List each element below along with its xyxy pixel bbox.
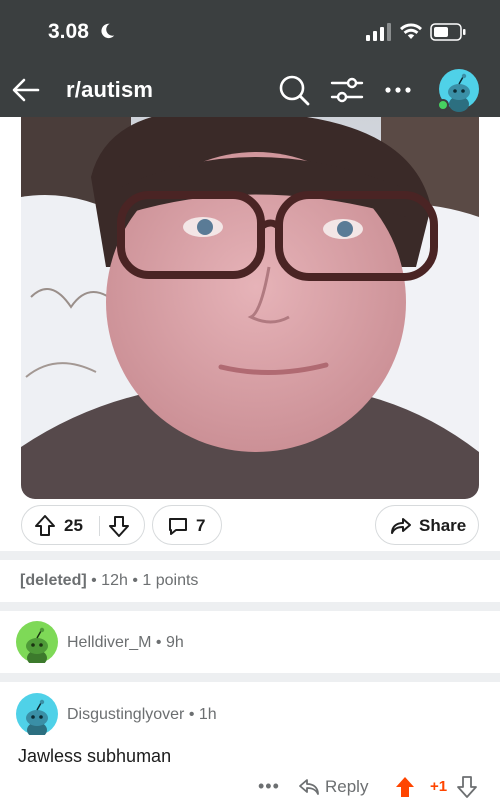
comment-count: 7 <box>196 516 206 535</box>
comment-body: Jawless subhuman <box>18 746 172 766</box>
dot-separator: • <box>91 572 102 589</box>
comment-header[interactable]: Helldiver_M • 9h <box>67 634 184 652</box>
selfie-photo <box>21 117 479 499</box>
status-time: 3.08 <box>48 20 89 43</box>
deleted-comment-meta[interactable]: [deleted] • 12h • 1 points <box>20 572 198 590</box>
section-divider <box>0 551 500 560</box>
share-button[interactable]: Share <box>375 505 479 545</box>
vote-divider <box>99 516 100 536</box>
dot-separator: • <box>132 572 143 589</box>
profile-avatar-icon[interactable] <box>436 68 480 112</box>
share-label: Share <box>419 516 467 535</box>
subreddit-title[interactable]: r/autism <box>66 77 153 103</box>
comment-score: +1 <box>430 778 448 795</box>
reply-button[interactable]: Reply <box>325 777 368 797</box>
comment-age: 12h <box>101 572 128 589</box>
user-avatar-icon[interactable] <box>16 621 58 663</box>
comment-author: Disgustinglyover <box>67 706 185 723</box>
wifi-icon <box>400 23 422 39</box>
post-image[interactable] <box>21 117 479 499</box>
status-bar: 3.08 <box>0 0 500 64</box>
comment-header[interactable]: Disgustinglyover • 1h <box>67 706 217 724</box>
upvote-arrow-icon[interactable] <box>394 775 416 799</box>
comments-button[interactable]: 7 <box>152 505 222 545</box>
comment-author: [deleted] <box>20 572 87 589</box>
post-actions-bar: 25 7 Share <box>0 505 500 549</box>
dot-separator: • <box>155 634 166 651</box>
reply-arrow-icon[interactable] <box>298 777 320 797</box>
user-avatar-icon[interactable] <box>16 693 58 735</box>
section-divider <box>0 673 500 682</box>
signal-icon <box>366 23 391 41</box>
comment-bubble-icon <box>169 518 187 535</box>
back-arrow-icon[interactable] <box>8 72 44 108</box>
more-options-button[interactable]: ••• <box>258 776 280 797</box>
dot-separator: • <box>188 706 199 723</box>
section-divider <box>0 602 500 611</box>
filter-icon[interactable] <box>330 72 364 108</box>
comment-actions: ••• Reply +1 <box>0 772 500 801</box>
upvote-arrow-icon[interactable] <box>34 514 56 538</box>
vote-control: 25 <box>21 505 145 545</box>
comment-age: 9h <box>165 634 184 651</box>
comment-author: Helldiver_M <box>67 634 152 651</box>
search-icon[interactable] <box>276 72 312 108</box>
upvote-count: 25 <box>64 516 83 535</box>
comment-points: 1 points <box>142 572 199 589</box>
moon-icon <box>101 23 115 39</box>
downvote-arrow-icon[interactable] <box>456 775 478 799</box>
comment-age: 1h <box>198 706 217 723</box>
share-arrow-icon <box>391 518 411 534</box>
more-icon[interactable] <box>380 72 416 108</box>
top-nav-bar: r/autism <box>0 64 500 117</box>
downvote-arrow-icon[interactable] <box>108 514 130 538</box>
battery-icon <box>430 23 466 41</box>
